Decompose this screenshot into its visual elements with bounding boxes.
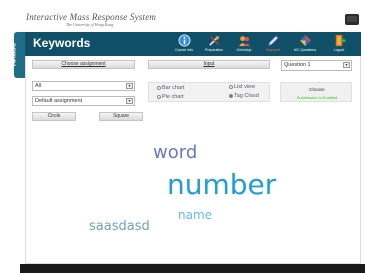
status-message: Submission is Enabled <box>296 95 338 100</box>
tools-icon <box>208 35 219 46</box>
bottom-bar <box>20 264 365 273</box>
assignment-select-value: Default assignment <box>35 98 83 104</box>
nav-label: Course Info <box>174 48 194 52</box>
radio-icon <box>157 95 161 99</box>
bar-chart-radio[interactable]: Bar chart <box>157 85 184 91</box>
info-icon <box>178 34 190 47</box>
iclass-side-tab[interactable]: iClass <box>8 32 25 78</box>
choose-panel: Choose Submission is Enabled <box>280 82 352 102</box>
chevron-down-icon: ▾ <box>126 98 133 104</box>
tag-word: number <box>167 168 277 201</box>
choose-assignment-button[interactable]: Choose assignment <box>32 60 135 69</box>
brand-subtitle: The University of Hong Kong <box>66 22 114 27</box>
nav-label: Preparation <box>204 48 224 52</box>
filter-select[interactable]: All ▾ <box>32 81 135 91</box>
nav-logout[interactable]: Logout <box>325 33 353 55</box>
nav-label: Onlookup <box>236 48 252 52</box>
nav-keyword[interactable]: Keyword <box>259 33 287 55</box>
people-icon <box>238 36 250 47</box>
chevron-down-icon: ▾ <box>126 83 133 89</box>
monitor-icon[interactable] <box>345 14 359 25</box>
top-strip: Interactive Mass Response System The Uni… <box>0 0 365 28</box>
question-select[interactable]: Question 1 ▾ <box>281 60 352 71</box>
tag-word: saasdasd <box>89 219 150 234</box>
brand-logo: Interactive Mass Response System <box>26 12 157 22</box>
tag-word: word <box>153 142 198 163</box>
nav-label: Keyword <box>266 48 280 52</box>
square-button[interactable]: Square <box>99 112 143 121</box>
choose-button[interactable]: Choose <box>285 86 349 94</box>
page-title: Keywords <box>33 36 91 50</box>
chevron-down-icon: ▾ <box>343 62 350 68</box>
input-button[interactable]: Input <box>148 60 270 69</box>
tag-cloud-radio[interactable]: Tag Cloud <box>229 93 259 99</box>
view-options: Bar chart Pie chart List view Tag Cloud <box>148 82 270 102</box>
side-tab-label: iClass <box>8 42 18 67</box>
tag-word: name <box>178 208 213 222</box>
circle-button[interactable]: Circle <box>32 112 76 121</box>
header-bar: Keywords Course Info Preparation Onlooku… <box>25 32 361 56</box>
nav-mc-questions[interactable]: MC Questions <box>291 33 319 55</box>
radio-icon <box>157 86 161 90</box>
assignment-select[interactable]: Default assignment ▾ <box>32 96 135 106</box>
door-icon <box>335 34 346 47</box>
question-select-value: Question 1 <box>284 62 311 68</box>
nav-label: MC Questions <box>293 48 317 52</box>
nav-preparation[interactable]: Preparation <box>200 33 228 55</box>
pie-chart-radio[interactable]: Pie chart <box>157 94 184 100</box>
filter-select-value: All <box>35 83 42 89</box>
mc-icon <box>299 34 311 47</box>
nav-onlookup[interactable]: Onlookup <box>230 33 258 55</box>
list-view-radio[interactable]: List view <box>229 84 255 90</box>
pencil-icon <box>267 35 279 46</box>
radio-selected-icon <box>229 94 233 98</box>
nav-course-info[interactable]: Course Info <box>170 33 198 55</box>
nav-label: Logout <box>333 48 345 52</box>
radio-icon <box>229 85 233 89</box>
